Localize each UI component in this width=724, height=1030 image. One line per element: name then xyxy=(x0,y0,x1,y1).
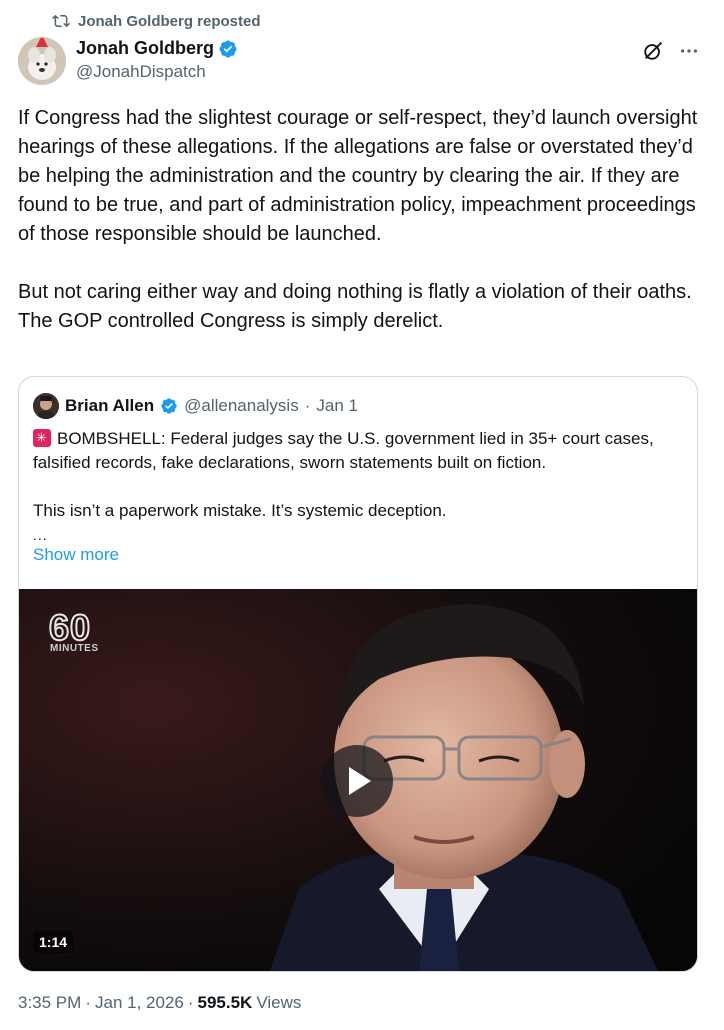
author-block: Jonah Goldberg @JonahDispatch xyxy=(76,38,238,82)
quoted-tweet-header: Brian Allen @allenanalysis · Jan 1 xyxy=(33,393,358,419)
quoted-tweet[interactable]: Brian Allen @allenanalysis · Jan 1 BOMBS… xyxy=(18,376,698,972)
author-handle[interactable]: @JonahDispatch xyxy=(76,62,238,82)
quoted-author-name[interactable]: Brian Allen xyxy=(65,396,154,416)
sixty-minutes-logo: 60 MINUTES xyxy=(48,609,99,655)
tweet-time[interactable]: 3:35 PM xyxy=(18,993,81,1013)
repost-indicator[interactable]: Jonah Goldberg reposted xyxy=(52,12,261,30)
separator-dot: · xyxy=(187,993,194,1012)
separator-dot: · xyxy=(85,993,91,1012)
repost-icon xyxy=(52,12,70,30)
tweet-meta: 3:35 PM · Jan 1, 2026 · 595.5K Views xyxy=(18,993,301,1013)
quoted-text-ellipsis: ... xyxy=(33,527,48,543)
quoted-author-avatar[interactable] xyxy=(33,393,59,419)
play-icon xyxy=(349,767,371,795)
verified-badge-icon xyxy=(160,397,178,415)
logo-text: MINUTES xyxy=(50,643,99,654)
repost-label: Jonah Goldberg reposted xyxy=(78,12,261,30)
quoted-text-line-1: BOMBSHELL: Federal judges say the U.S. g… xyxy=(33,429,654,472)
author-name[interactable]: Jonah Goldberg xyxy=(76,38,214,59)
author-avatar[interactable] xyxy=(18,37,66,85)
video-player[interactable]: 60 MINUTES 1:14 xyxy=(19,589,697,971)
play-button[interactable] xyxy=(321,745,393,817)
separator-dot: · xyxy=(304,396,311,415)
views-label: Views xyxy=(256,993,302,1012)
show-more-link[interactable]: Show more xyxy=(33,545,119,565)
views-count: 595.5K xyxy=(197,993,253,1012)
grok-icon[interactable] xyxy=(642,40,664,67)
tweet-text: If Congress had the slightest courage or… xyxy=(18,107,698,332)
verified-badge-icon xyxy=(218,39,238,59)
quoted-tweet-date[interactable]: Jan 1 xyxy=(316,396,358,416)
siren-emoji-icon xyxy=(33,429,51,447)
quoted-text-line-2: This isn’t a paperwork mistake. It’s sys… xyxy=(33,501,447,520)
more-icon[interactable] xyxy=(678,40,700,67)
tweet-actions xyxy=(642,40,700,67)
quoted-author-handle[interactable]: @allenanalysis xyxy=(184,396,299,416)
logo-number: 60 xyxy=(48,607,92,648)
video-duration: 1:14 xyxy=(33,931,74,953)
tweet-date[interactable]: Jan 1, 2026 xyxy=(95,993,184,1013)
quoted-tweet-text: BOMBSHELL: Federal judges say the U.S. g… xyxy=(33,427,683,523)
